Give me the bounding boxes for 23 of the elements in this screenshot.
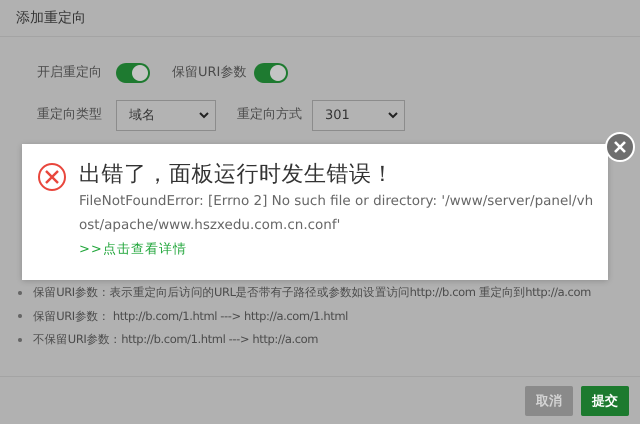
- submit-button[interactable]: 提交: [581, 386, 629, 416]
- note-text: 保留URI参数： http://b.com/1.html ---> http://a.com/1.html: [33, 308, 348, 324]
- switch-label: 保留URI参数: [172, 64, 246, 82]
- error-message: FileNotFoundError: [Errno 2] No such file or directory: '/www/server/panel/vhost/apache/www.hszxedu.com.cn.conf': [79, 192, 594, 235]
- toggle-switch[interactable]: [116, 63, 150, 83]
- dialog-title: 添加重定向: [16, 9, 86, 27]
- details-link[interactable]: >>点击查看详情: [79, 240, 187, 258]
- select-field[interactable]: 域名: [116, 100, 216, 130]
- note-text: 保留URI参数：表示重定向后访问的URL是否带有子路径或参数如设置访问http://b.com 重定向到http://a.com: [33, 285, 591, 300]
- close-icon[interactable]: [605, 132, 635, 162]
- caret-icon: [199, 112, 209, 118]
- caret-icon: [388, 112, 398, 118]
- note-text: 不保留URI参数：http://b.com/1.html ---> http://a.com: [33, 332, 318, 348]
- switch-label: 开启重定向: [37, 64, 102, 82]
- select-label: 重定向类型: [37, 106, 102, 124]
- error-title: 出错了，面板运行时发生错误！: [79, 161, 394, 189]
- bullet-icon: [18, 314, 22, 318]
- error-icon: [37, 162, 67, 192]
- toggle-switch[interactable]: [254, 63, 288, 83]
- select-label: 重定向方式: [237, 106, 302, 124]
- bullet-icon: [18, 338, 22, 342]
- select-field[interactable]: 301: [312, 100, 405, 130]
- bullet-icon: [18, 290, 22, 295]
